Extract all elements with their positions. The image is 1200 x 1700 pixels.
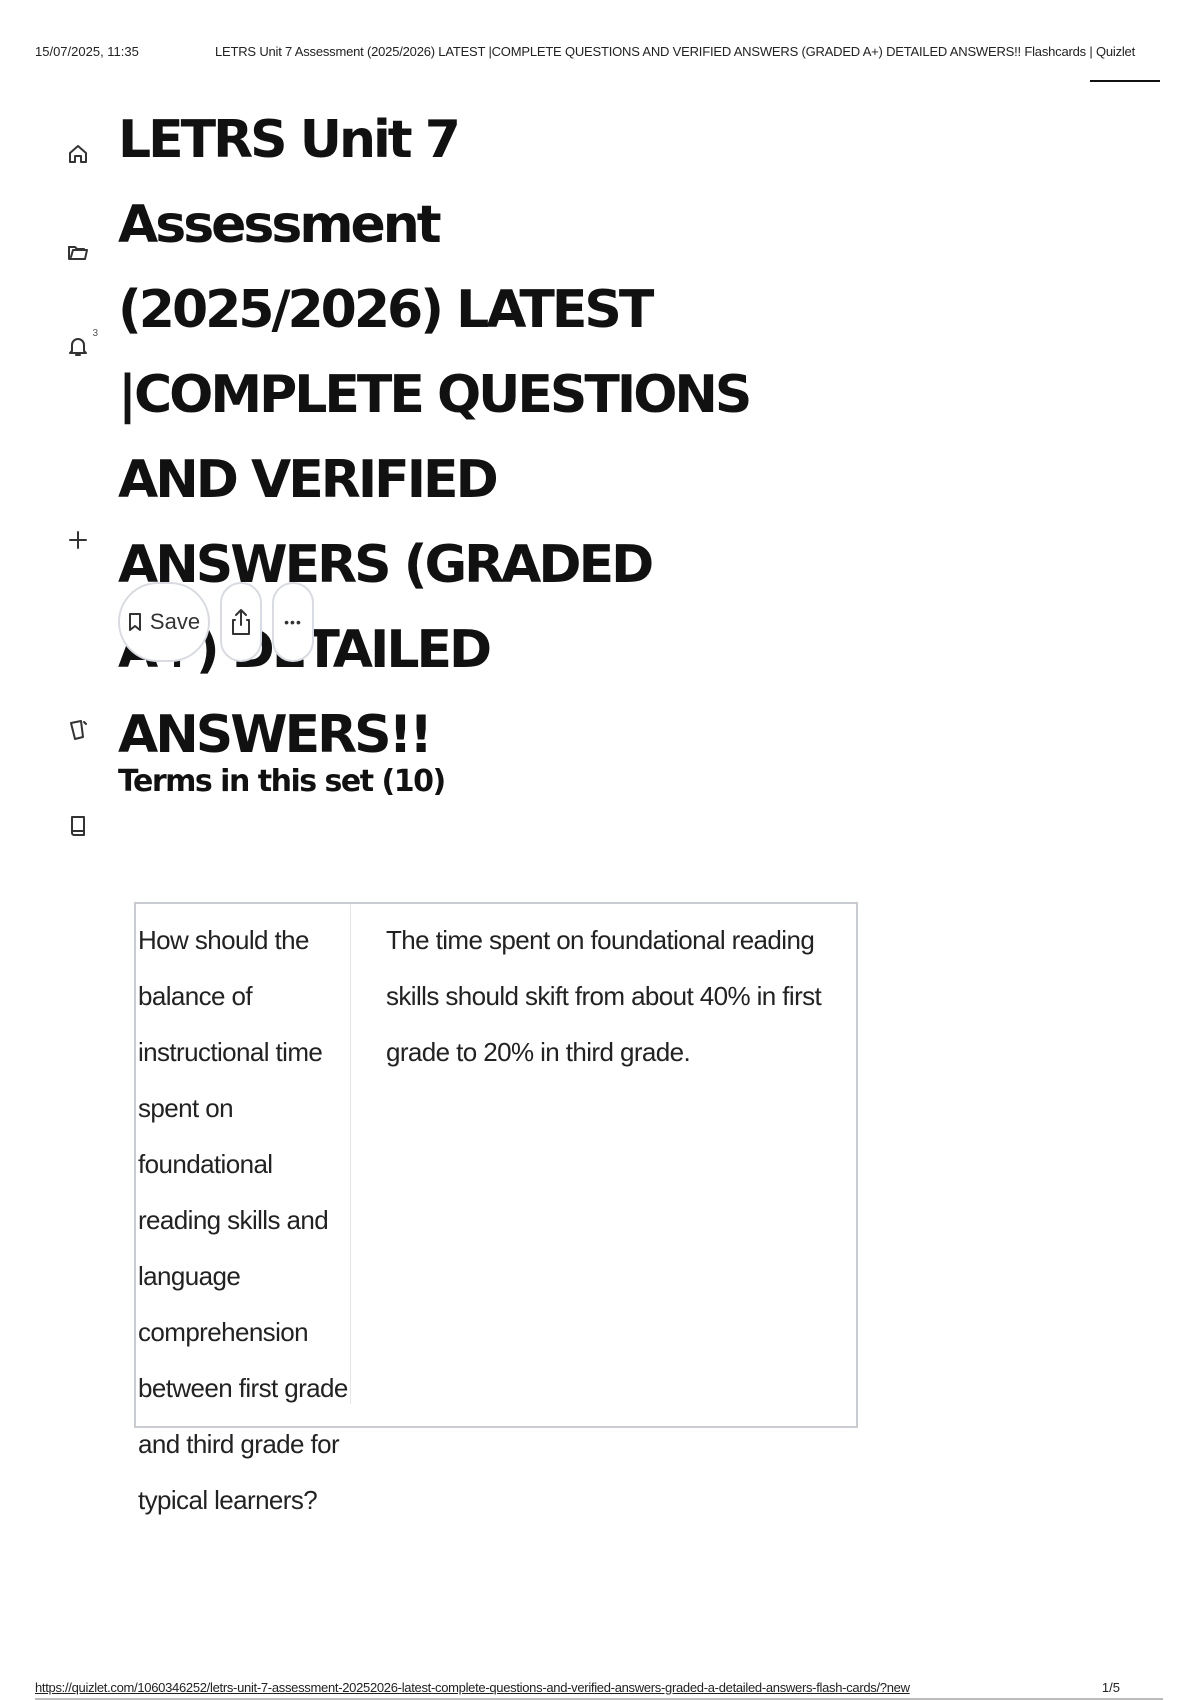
- print-footer: https://quizlet.com/1060346252/letrs-uni…: [35, 1680, 1160, 1700]
- flashcards-icon[interactable]: [62, 714, 94, 746]
- save-button[interactable]: Save: [118, 582, 210, 662]
- set-actions: Save •••: [118, 580, 314, 664]
- print-url[interactable]: https://quizlet.com/1060346252/letrs-uni…: [35, 1680, 910, 1695]
- term-card: How should the balance of instructional …: [134, 902, 858, 1515]
- definition-text: The time spent on foundational reading s…: [386, 925, 822, 1067]
- more-options-button[interactable]: •••: [272, 582, 314, 662]
- header-divider: [1090, 80, 1160, 82]
- notification-badge: 3: [92, 328, 98, 339]
- save-button-label: Save: [149, 609, 201, 634]
- more-icon: •••: [284, 614, 302, 630]
- terms-heading: Terms in this set (10): [118, 764, 446, 799]
- print-datetime: 15/07/2025, 11:35: [35, 44, 139, 59]
- bell-icon[interactable]: 3: [62, 328, 98, 362]
- set-title: LETRS Unit 7 Assessment (2025/2026) LATE…: [118, 110, 752, 765]
- share-button[interactable]: [220, 582, 262, 662]
- bookmark-icon: [128, 613, 141, 631]
- print-document-title: LETRS Unit 7 Assessment (2025/2026) LATE…: [215, 44, 1136, 59]
- plus-icon[interactable]: [62, 524, 94, 556]
- print-header: 15/07/2025, 11:35 LETRS Unit 7 Assessmen…: [35, 44, 1160, 68]
- book-icon[interactable]: [62, 810, 94, 842]
- home-icon[interactable]: [62, 138, 94, 170]
- print-page-number: 1/5: [1101, 1680, 1120, 1695]
- term-text: How should the balance of instructional …: [136, 904, 351, 1515]
- share-icon: [232, 609, 250, 635]
- folder-icon[interactable]: [62, 236, 94, 268]
